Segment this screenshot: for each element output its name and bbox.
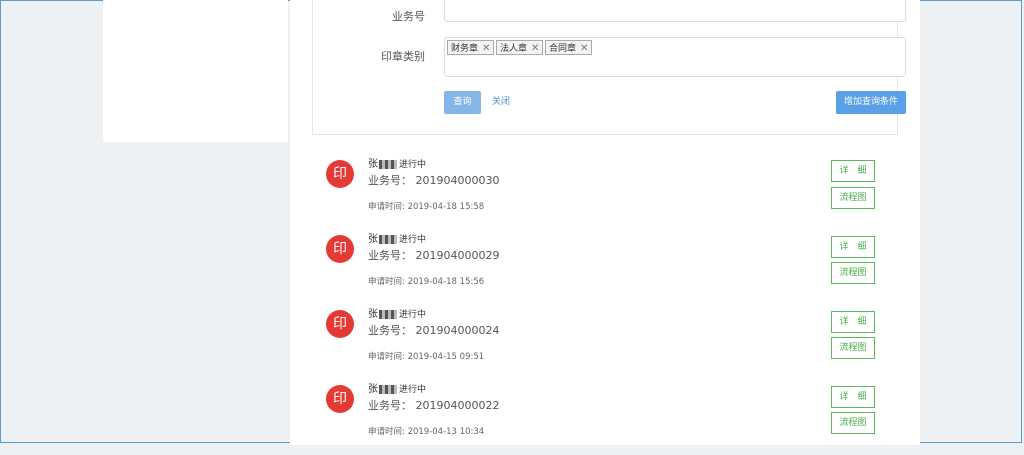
biz-number: 业务号： 201904000029	[368, 249, 500, 262]
filter-panel: 业务号 印章类别 财务章 ✕ 法人章 ✕ 合同章 ✕ 查询 关闭 增加查询条件	[312, 0, 906, 135]
flowchart-button[interactable]: 流程图	[831, 262, 875, 284]
status-text: 进行中	[399, 385, 427, 395]
biz-no-input[interactable]	[444, 0, 906, 22]
tag-label: 合同章	[549, 44, 577, 54]
applicant-name: 张进行中	[368, 234, 427, 245]
applicant-name: 张进行中	[368, 159, 427, 170]
biz-number: 业务号： 201904000022	[368, 399, 500, 412]
tag-legal-seal: 法人章 ✕	[496, 40, 544, 55]
biz-number: 业务号： 201904000030	[368, 174, 500, 187]
add-condition-button[interactable]: 增加查询条件	[836, 91, 906, 114]
seal-icon: 印	[326, 385, 354, 413]
status-text: 进行中	[399, 235, 427, 245]
tag-contract-seal: 合同章 ✕	[545, 40, 593, 55]
detail-button[interactable]: 详 细	[831, 386, 875, 408]
list-item: 印 张进行中 业务号： 201904000024 申请时间: 2019-04-1…	[290, 305, 920, 380]
detail-button[interactable]: 详 细	[831, 236, 875, 258]
applicant-name: 张进行中	[368, 384, 427, 395]
flowchart-button[interactable]: 流程图	[831, 412, 875, 434]
tag-label: 财务章	[451, 44, 479, 54]
redacted-mark	[379, 309, 397, 319]
apply-time: 申请时间: 2019-04-15 09:51	[368, 352, 485, 362]
flowchart-button[interactable]: 流程图	[831, 187, 875, 209]
biz-no-label: 业务号	[392, 10, 425, 23]
remove-icon[interactable]: ✕	[580, 43, 588, 54]
seal-type-label: 印章类别	[381, 50, 425, 63]
left-panel	[103, 0, 288, 142]
tag-label: 法人章	[500, 44, 528, 54]
seal-icon: 印	[326, 235, 354, 263]
query-button[interactable]: 查询	[444, 91, 481, 114]
applicant-name: 张进行中	[368, 309, 427, 320]
main-content: 业务号 印章类别 财务章 ✕ 法人章 ✕ 合同章 ✕ 查询 关闭 增加查询条件 印 张…	[290, 0, 920, 445]
apply-time: 申请时间: 2019-04-18 15:56	[368, 277, 485, 287]
seal-icon: 印	[326, 310, 354, 338]
biz-number: 业务号： 201904000024	[368, 324, 500, 337]
seal-icon: 印	[326, 160, 354, 188]
list-item: 印 张进行中 业务号： 201904000030 申请时间: 2019-04-1…	[290, 155, 920, 230]
status-text: 进行中	[399, 160, 427, 170]
list-item: 印 张进行中 业务号： 201904000029 申请时间: 2019-04-1…	[290, 230, 920, 305]
flowchart-button[interactable]: 流程图	[831, 337, 875, 359]
detail-button[interactable]: 详 细	[831, 311, 875, 333]
remove-icon[interactable]: ✕	[482, 43, 490, 54]
tag-finance-seal: 财务章 ✕	[447, 40, 495, 55]
remove-icon[interactable]: ✕	[531, 43, 539, 54]
seal-type-input[interactable]: 财务章 ✕ 法人章 ✕ 合同章 ✕	[444, 37, 906, 77]
detail-button[interactable]: 详 细	[831, 160, 875, 182]
close-link[interactable]: 关闭	[492, 91, 510, 114]
apply-time: 申请时间: 2019-04-18 15:58	[368, 202, 485, 212]
redacted-mark	[379, 159, 397, 169]
redacted-mark	[379, 384, 397, 394]
apply-time: 申请时间: 2019-04-13 10:34	[368, 427, 485, 437]
redacted-mark	[379, 234, 397, 244]
list-item: 印 张进行中 业务号： 201904000022 申请时间: 2019-04-1…	[290, 380, 920, 455]
status-text: 进行中	[399, 310, 427, 320]
